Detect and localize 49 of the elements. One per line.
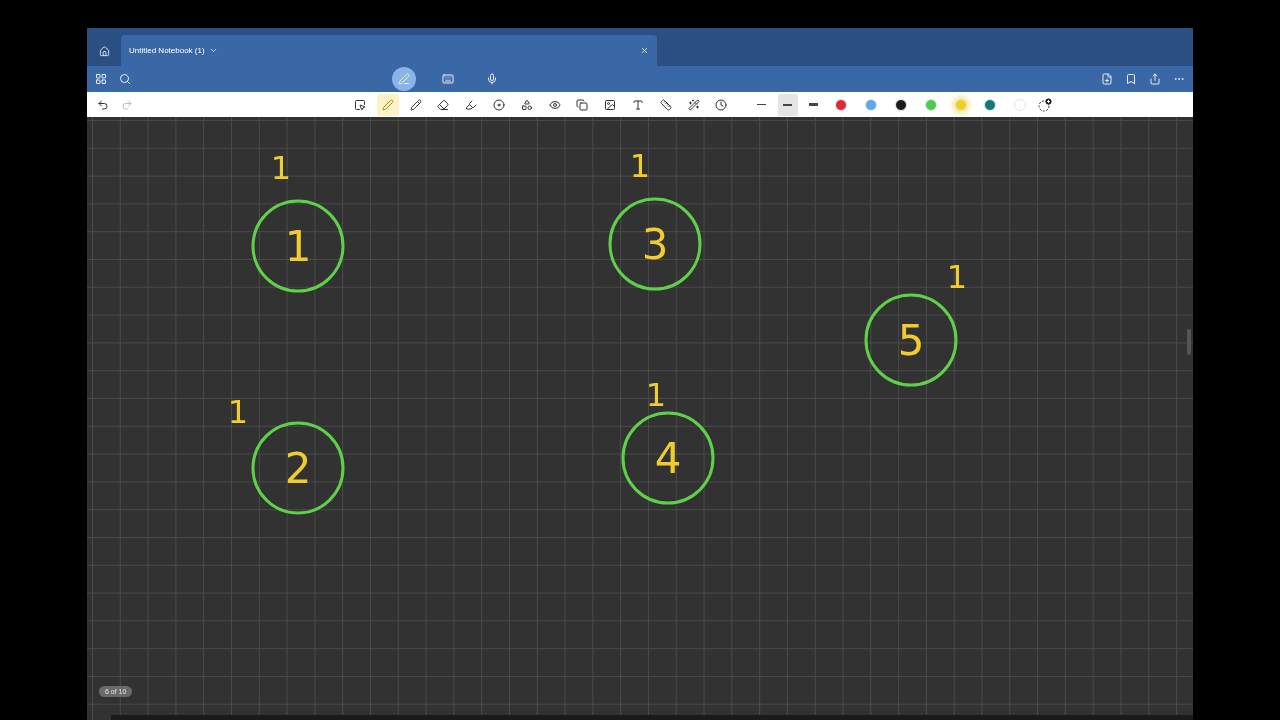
ink-mark: 1 <box>632 147 648 181</box>
stroke-width-button[interactable] <box>777 93 798 116</box>
node-number: 5 <box>897 316 925 365</box>
clock-icon <box>715 98 728 111</box>
color-swatch[interactable] <box>894 98 907 111</box>
chevron-down-icon[interactable] <box>208 46 218 55</box>
color-swatch[interactable] <box>835 98 848 111</box>
notebook-tab[interactable]: Untitled Notebook (1) <box>121 35 657 66</box>
ink-mark: 1 <box>949 258 965 292</box>
node-number: 2 <box>284 444 312 493</box>
highlighter-icon <box>465 98 478 111</box>
search-icon <box>119 73 131 85</box>
scroll-thumb[interactable] <box>1187 329 1191 355</box>
ink-mark: 1 <box>648 376 664 410</box>
undo-icon <box>97 98 109 111</box>
redo-icon <box>121 98 133 111</box>
pen-mode-button[interactable] <box>391 67 416 91</box>
copy-icon <box>576 98 589 111</box>
add-page-icon <box>1101 73 1113 85</box>
node-number: 3 <box>641 220 669 269</box>
color-swatch[interactable] <box>924 98 937 111</box>
pen-icon <box>397 73 410 85</box>
text-icon <box>631 98 644 111</box>
wand-icon <box>687 98 700 111</box>
pencil-icon <box>409 98 422 111</box>
select-icon <box>354 98 366 111</box>
pen-icon <box>381 98 394 111</box>
grid-icon <box>95 73 107 85</box>
shapes-icon <box>520 98 533 111</box>
color-swatch[interactable] <box>984 98 997 111</box>
ink-mark: 1 <box>273 149 289 183</box>
node-number: 4 <box>654 434 682 483</box>
share-icon <box>1149 73 1161 85</box>
node-number: 1 <box>284 222 312 271</box>
color-swatch[interactable] <box>865 98 878 111</box>
ruler-icon <box>659 98 672 111</box>
home-icon <box>98 45 110 57</box>
eraser-icon <box>437 98 450 111</box>
keyboard-icon <box>441 73 454 85</box>
bookmark-icon <box>1125 73 1137 85</box>
color-swatch[interactable] <box>954 98 967 111</box>
microphone-icon <box>485 73 498 85</box>
tab-title: Untitled Notebook (1) <box>129 46 205 55</box>
ink-mark: 1 <box>230 393 246 427</box>
eye-icon <box>548 98 561 111</box>
custom-color-icon[interactable] <box>1037 97 1052 112</box>
image-icon <box>604 98 617 111</box>
close-icon[interactable] <box>640 46 649 55</box>
disc-icon <box>493 98 505 111</box>
